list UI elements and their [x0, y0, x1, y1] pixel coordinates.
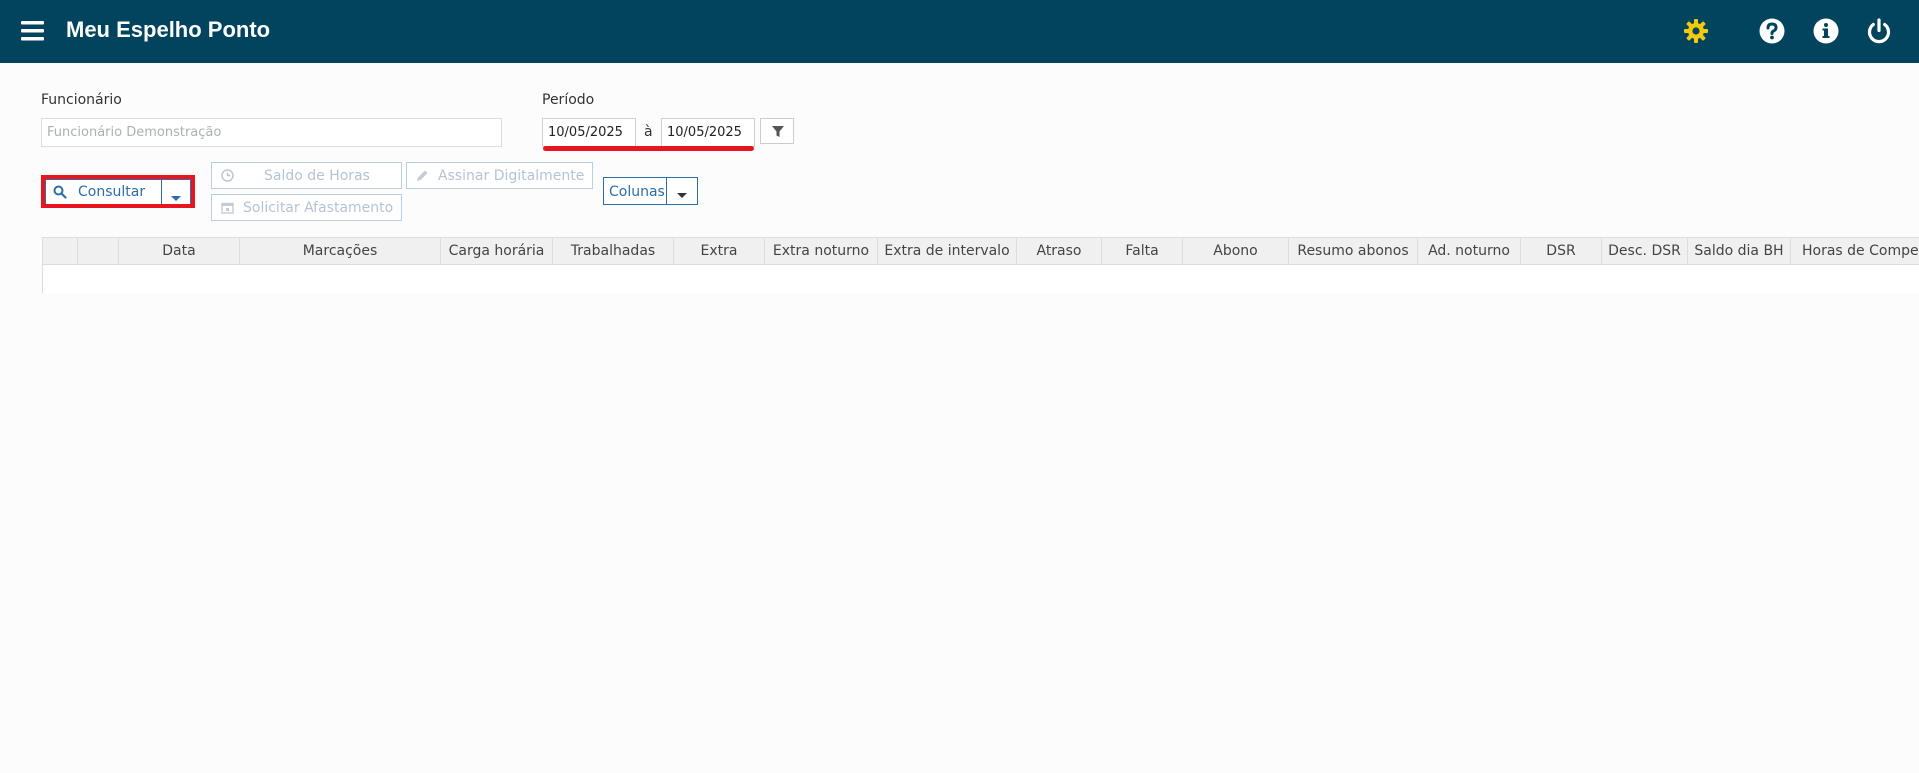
period-highlight-underline: [543, 146, 754, 151]
period-label: Período: [542, 92, 595, 108]
split-divider: [666, 178, 667, 204]
date-start-field[interactable]: 10/05/2025: [542, 118, 636, 147]
power-icon[interactable]: [1865, 17, 1893, 45]
chevron-down-icon[interactable]: [677, 187, 687, 203]
solicitar-label: Solicitar Afastamento: [243, 200, 394, 216]
column-header-falta[interactable]: Falta: [1102, 238, 1183, 264]
date-separator: à: [644, 124, 653, 140]
date-end-field[interactable]: 10/05/2025: [661, 118, 755, 147]
column-header-resumo-abonos[interactable]: Resumo abonos: [1289, 238, 1418, 264]
column-header-ad-noturno[interactable]: Ad. noturno: [1418, 238, 1521, 264]
column-header-trabalhadas[interactable]: Trabalhadas: [553, 238, 674, 264]
column-header[interactable]: [43, 238, 78, 264]
column-header-data[interactable]: Data: [119, 238, 240, 264]
column-header-dsr[interactable]: DSR: [1521, 238, 1602, 264]
saldo-horas-button[interactable]: Saldo de Horas: [211, 162, 402, 189]
column-header-desc-dsr[interactable]: Desc. DSR: [1602, 238, 1688, 264]
colunas-button[interactable]: Colunas: [603, 177, 698, 205]
hamburger-menu-icon[interactable]: [21, 20, 47, 42]
assinar-label: Assinar Digitalmente: [438, 168, 585, 184]
pencil-icon: [416, 169, 429, 186]
solicitar-afastamento-button[interactable]: Solicitar Afastamento: [211, 194, 402, 221]
employee-field[interactable]: Funcionário Demonstração: [41, 118, 502, 147]
column-header-carga-horaria[interactable]: Carga horária: [441, 238, 553, 264]
top-bar: Meu Espelho Ponto: [0, 0, 1919, 63]
column-header-extra-noturno[interactable]: Extra noturno: [765, 238, 878, 264]
clock-icon: [221, 169, 234, 186]
column-header-extra[interactable]: Extra: [674, 238, 765, 264]
colunas-label: Colunas: [609, 184, 665, 200]
help-icon[interactable]: [1758, 17, 1786, 45]
column-header-saldo-dia-bh[interactable]: Saldo dia BH: [1688, 238, 1791, 264]
calendar-icon: [221, 201, 234, 218]
saldo-horas-label: Saldo de Horas: [264, 168, 370, 184]
column-header-abono[interactable]: Abono: [1183, 238, 1289, 264]
table-header: Data Marcações Carga horária Trabalhadas…: [43, 238, 1919, 265]
employee-label: Funcionário: [41, 92, 122, 108]
assinar-digitalmente-button[interactable]: Assinar Digitalmente: [406, 162, 593, 189]
column-header-extra-intervalo[interactable]: Extra de intervalo: [878, 238, 1017, 264]
column-header-horas-compensacao[interactable]: Horas de Compe: [1791, 238, 1919, 264]
filter-button[interactable]: [760, 118, 794, 144]
page-title: Meu Espelho Ponto: [66, 17, 271, 42]
gear-icon[interactable]: [1682, 17, 1710, 45]
consultar-highlight-frame: [41, 175, 195, 208]
column-header[interactable]: [78, 238, 119, 264]
timesheet-table: Data Marcações Carga horária Trabalhadas…: [42, 237, 1919, 293]
column-header-atraso[interactable]: Atraso: [1017, 238, 1102, 264]
column-header-marcacoes[interactable]: Marcações: [240, 238, 441, 264]
info-icon[interactable]: [1812, 17, 1840, 45]
filter-icon: [772, 126, 784, 137]
table-body: [43, 265, 1919, 293]
